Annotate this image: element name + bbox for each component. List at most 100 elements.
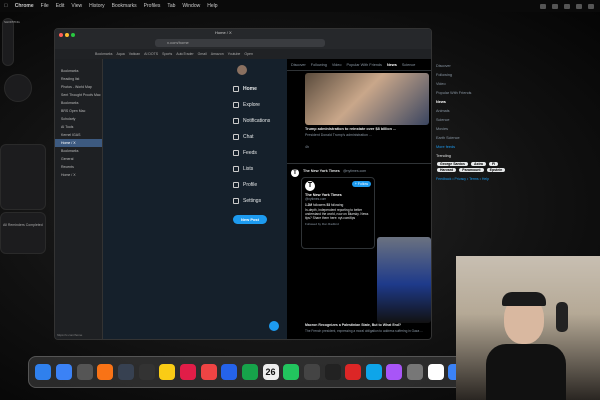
messenger-icon[interactable] [221,364,238,380]
new-post-button[interactable]: New Post [233,215,267,224]
sidebar-item[interactable]: Photos - World Map [55,83,102,91]
wifi-icon[interactable] [564,3,570,9]
hovercard-avatar[interactable]: T [305,181,315,191]
footer-links[interactable]: Feedback • Privacy • Terms • Help [436,177,510,181]
menu-tab[interactable]: Tab [167,3,175,9]
tab-news[interactable]: News [387,63,397,67]
launchpad-icon[interactable] [76,364,93,380]
following-count[interactable]: 53 [326,203,330,207]
stickies-icon[interactable] [159,364,176,380]
gmail-icon[interactable] [200,364,217,380]
zoom-window-button[interactable] [71,33,75,37]
trend-pill[interactable]: Epstein [486,168,506,172]
post1-image[interactable] [305,73,429,125]
menu-edit[interactable]: Edit [56,3,65,9]
post2-author[interactable]: The New York Times [303,169,340,173]
post2-headline[interactable]: Macron Recognizes a Palestinian State, B… [305,323,431,327]
nav-explore[interactable]: Explore [233,97,285,113]
tab-discover[interactable]: Discover [291,63,306,67]
menu-bookmarks[interactable]: Bookmarks [112,3,137,9]
bookmark-item[interactable]: Bookmarks [95,52,113,56]
feed-link[interactable]: Video [436,80,510,89]
bookmark-item[interactable]: Youtube [228,52,241,56]
avatar[interactable] [237,65,247,75]
nav-feeds[interactable]: Feeds [233,145,285,161]
apple-icon[interactable]:  [4,3,8,9]
calculator-icon[interactable] [138,364,155,380]
sidebar-item[interactable]: Sent Thought Proofs Mac [55,91,102,99]
feed-link[interactable]: Earth Science [436,134,510,143]
menu-file[interactable]: File [41,3,49,9]
bookmark-item[interactable]: Gmail [198,52,207,56]
nav-chat[interactable]: Chat [233,129,285,145]
menu-profiles[interactable]: Profiles [144,3,161,9]
nav-lists[interactable]: Lists [233,161,285,177]
compose-icon[interactable] [269,321,279,331]
finder-icon[interactable] [35,364,52,380]
sidebar-item[interactable]: Recents [55,163,102,171]
sidebar-item[interactable]: Bookmarks [55,67,102,75]
control-center-icon[interactable] [588,3,594,9]
battery-icon[interactable] [576,3,582,9]
menu-chrome[interactable]: Chrome [15,3,34,9]
calendar-icon[interactable]: 26 [262,364,279,380]
chrome-icon[interactable] [427,364,444,380]
status-icon[interactable] [540,3,546,9]
close-window-button[interactable] [59,33,63,37]
bookmark-item[interactable]: Amazon [211,52,224,56]
bookmark-item[interactable]: Open [244,52,253,56]
brave-icon[interactable] [97,364,114,380]
tab-popular[interactable]: Popular With Friends [346,63,381,67]
trend-pill[interactable]: Astra [470,162,486,166]
status-icon[interactable] [552,3,558,9]
feed-link-active[interactable]: News [436,98,510,107]
keynote-icon[interactable] [345,364,362,380]
messages-icon[interactable] [283,364,300,380]
appstore-icon[interactable] [365,364,382,380]
trend-pill[interactable]: FI [488,162,499,166]
sidebar-item-selected[interactable]: Home / X [55,139,102,147]
nav-profile[interactable]: Profile [233,177,285,193]
camera-icon[interactable] [303,364,320,380]
address-bar[interactable]: x.com/home [155,39,325,47]
nyt-avatar[interactable]: T [291,169,299,177]
sidebar-item[interactable]: Scholarly [55,115,102,123]
feed-link[interactable]: Movies [436,125,510,134]
nav-settings[interactable]: Settings [233,193,285,209]
feed-link[interactable]: Discover [436,62,510,71]
sidebar-item[interactable]: Reading list [55,75,102,83]
trend-pill[interactable]: Paramount [459,168,484,172]
tab-video[interactable]: Video [332,63,342,67]
bookmark-item[interactable]: Aqua [117,52,125,56]
menu-history[interactable]: History [89,3,105,9]
sidebar-item[interactable]: Bookmarks [55,147,102,155]
tab-title[interactable]: Home / X [215,30,232,35]
photos-icon[interactable] [179,364,196,380]
trend-pill[interactable]: George Santos [437,162,468,166]
bookmark-item[interactable]: Sports [162,52,172,56]
post2-image[interactable] [377,237,431,323]
post1-headline[interactable]: Trump administration to reinstate over $… [305,127,429,131]
mail-icon[interactable] [55,364,72,380]
bookmark-item[interactable]: AutoTrader [176,52,193,56]
minimize-window-button[interactable] [65,33,69,37]
trend-pill[interactable]: Harvard [437,168,457,172]
menu-window[interactable]: Window [182,3,200,9]
tab-science[interactable]: Science [402,63,416,67]
bookmark-item[interactable]: Vatican [129,52,140,56]
post2-handle[interactable]: @nytimes.com [343,169,366,173]
notes-icon[interactable] [117,364,134,380]
feed-link[interactable]: Following [436,71,510,80]
feed-link[interactable]: Popular With Friends [436,89,510,98]
sidebar-item[interactable]: Bookmarks [55,99,102,107]
nav-notifications[interactable]: Notifications [233,113,285,129]
podcasts-icon[interactable] [386,364,403,380]
bookmark-item[interactable]: AI DOTS [144,52,158,56]
feed-link[interactable]: Animals [436,107,510,116]
sidebar-item[interactable]: Home / X [55,171,102,179]
sidebar-item[interactable]: Kernel IGAS [55,131,102,139]
followers-count[interactable]: 1.2M [305,203,312,207]
tab-following[interactable]: Following [311,63,327,67]
menu-help[interactable]: Help [207,3,217,9]
follow-button[interactable]: + Follow [351,181,371,187]
